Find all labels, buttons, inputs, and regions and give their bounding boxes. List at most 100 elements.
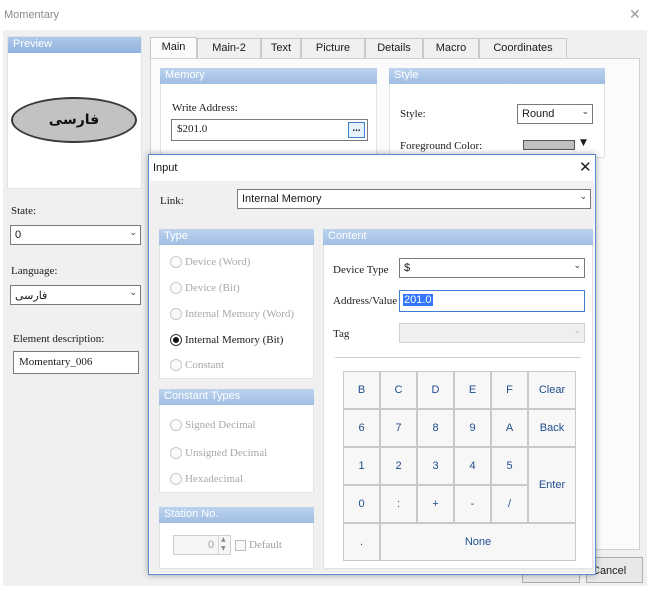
radio-label: Unsigned Decimal [185,447,268,459]
device-type-select[interactable]: $ ⌄ [399,258,585,278]
language-select[interactable]: فارسی ⌄ [10,285,141,305]
default-label: Default [249,539,282,551]
key-slash[interactable]: / [491,485,528,523]
state-select[interactable]: 0 ⌄ [10,225,141,245]
state-label: State: [11,205,37,217]
radio-device-word[interactable]: Device (Word) [170,254,250,270]
radio-circle-selected [170,334,182,346]
style-header: Style [389,68,605,84]
radio-constant[interactable]: Constant [170,357,224,373]
type-group: Type Device (Word) Device (Bit) Internal… [159,229,314,379]
key-b[interactable]: B [343,371,380,409]
default-checkbox[interactable]: Default [235,539,282,551]
tab-main[interactable]: Main [150,37,197,59]
key-d[interactable]: D [417,371,454,409]
memory-group: Memory Write Address: $201.0 ... [160,68,377,158]
radio-circle [170,447,182,459]
address-value-label: Address/Value [333,295,398,307]
station-number-stepper[interactable]: 0 ▲ ▼ [173,535,231,555]
tab-picture[interactable]: Picture [301,38,365,58]
tab-main-2[interactable]: Main-2 [197,38,261,58]
window-close-icon[interactable]: ✕ [629,7,641,23]
link-select[interactable]: Internal Memory ⌄ [237,189,591,209]
write-address-label: Write Address: [172,102,238,114]
key-enter[interactable]: Enter [528,447,576,523]
dialog-close-icon[interactable]: ✕ [579,158,592,176]
content-header: Content [323,229,593,245]
chevron-down-icon: ⌄ [129,288,137,298]
stepper-down-icon[interactable]: ▼ [221,545,226,552]
chevron-down-icon: ⌄ [581,107,589,117]
chevron-down-icon: ⌄ [129,228,137,238]
chevron-down-icon: ⌄ [573,261,581,271]
tag-label: Tag [333,328,350,340]
dropdown-arrow-icon: ▼ [580,138,587,148]
dialog-title: Input [153,162,178,174]
device-type-value: $ [404,262,411,274]
key-2[interactable]: 2 [380,447,417,485]
keypad: B C D E F Clear 6 7 8 9 A Back 1 2 3 4 5 0: + - / Enter. None [343,371,576,561]
type-header: Type [159,229,314,245]
key-dot[interactable]: . [343,523,380,561]
address-value-selected-text: 201.0 [403,294,433,306]
key-0[interactable]: 0 [343,485,380,523]
key-plus[interactable]: + [417,485,454,523]
constant-types-header: Constant Types [159,389,314,405]
stepper-up-icon[interactable]: ▲ [221,536,226,543]
key-9[interactable]: 9 [454,409,491,447]
radio-hexadecimal[interactable]: Hexadecimal [170,471,243,487]
key-none[interactable]: None [380,523,576,561]
language-value: فارسی [15,290,48,302]
tab-text[interactable]: Text [261,38,301,58]
key-colon[interactable]: : [380,485,417,523]
key-clear[interactable]: Clear [528,371,576,409]
key-f[interactable]: F [491,371,528,409]
key-1[interactable]: 1 [343,447,380,485]
key-a[interactable]: A [491,409,528,447]
radio-circle [170,359,182,371]
radio-unsigned-decimal[interactable]: Unsigned Decimal [170,445,267,461]
tab-macro[interactable]: Macro [423,38,479,58]
key-e[interactable]: E [454,371,491,409]
link-label: Link: [160,195,184,207]
key-back[interactable]: Back [528,409,576,447]
checkbox-box [235,539,246,551]
key-c[interactable]: C [380,371,417,409]
key-8[interactable]: 8 [417,409,454,447]
radio-label: Internal Memory (Word) [185,308,295,320]
radio-label: Device (Word) [185,256,251,268]
memory-header: Memory [160,68,377,84]
style-select[interactable]: Round ⌄ [517,104,593,124]
key-5[interactable]: 5 [491,447,528,485]
station-number-value: 0 [208,539,215,551]
foreground-color-swatch [523,140,575,150]
foreground-color-picker[interactable]: ▼ [520,138,590,152]
chevron-down-icon: ⌄ [573,326,581,336]
key-3[interactable]: 3 [417,447,454,485]
key-6[interactable]: 6 [343,409,380,447]
write-address-input[interactable]: $201.0 [171,119,368,141]
key-7[interactable]: 7 [380,409,417,447]
radio-circle [170,256,182,268]
key-4[interactable]: 4 [454,447,491,485]
address-value-input[interactable]: 201.0 [399,290,585,312]
content-group: Content Device Type $ ⌄ Address/Value 20… [323,229,593,569]
radio-internal-memory-bit[interactable]: Internal Memory (Bit) [170,332,283,348]
element-description-input[interactable]: Momentary_006 [13,351,139,374]
radio-label: Device (Bit) [185,282,240,294]
radio-device-bit[interactable]: Device (Bit) [170,280,240,296]
radio-circle [170,282,182,294]
radio-circle [170,308,182,320]
tab-details[interactable]: Details [365,38,423,58]
radio-label: Internal Memory (Bit) [185,334,284,346]
browse-address-button[interactable]: ... [348,122,365,138]
radio-circle [170,473,182,485]
radio-internal-memory-word[interactable]: Internal Memory (Word) [170,306,294,322]
key-minus[interactable]: - [454,485,491,523]
radio-signed-decimal[interactable]: Signed Decimal [170,417,256,433]
tab-coordinates[interactable]: Coordinates [479,38,567,58]
stepper-arrows[interactable]: ▲ ▼ [218,535,230,555]
radio-label: Signed Decimal [185,419,256,431]
tag-select[interactable]: ⌄ [399,323,585,343]
link-value: Internal Memory [242,193,322,205]
